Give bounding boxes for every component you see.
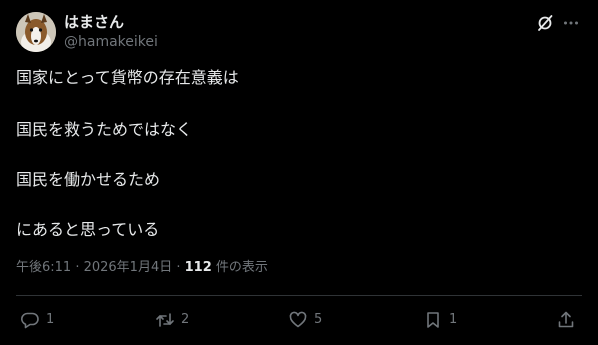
bookmark-button[interactable]: 1 [423,309,457,331]
more-icon[interactable] [561,13,581,33]
bookmark-count: 1 [449,312,458,327]
tweet-line: 国家にとって貨幣の存在意義は [16,68,239,87]
reply-button[interactable]: 1 [20,309,54,331]
like-count: 5 [314,312,323,327]
tweet-line: 国民を救うためではなく [16,120,193,139]
share-icon [558,311,574,328]
views-count: 112 [184,260,212,275]
reply-count: 1 [46,312,55,327]
tweet-detail: はまさん @hamakeikei 国家にとって貨幣の存在意義は 国民を救うためで… [0,0,598,345]
user-handle[interactable]: @hamakeikei [64,34,158,51]
views-label: 件の表示 [215,260,268,275]
collie-dog-avatar-icon [16,12,56,52]
tweet-line: にあると思っている [16,220,160,239]
tweet-line: 国民を働かせるため [16,170,161,189]
grok-icon[interactable] [535,13,555,33]
divider [16,295,582,296]
heart-icon [289,311,307,328]
like-button[interactable]: 5 [288,309,322,331]
repost-button[interactable]: 2 [155,309,189,331]
repost-count: 2 [181,312,190,327]
display-name[interactable]: はまさん [64,13,124,31]
tweet-meta: 午後6:11 · 2026年1月4日 · 112 件の表示 [16,259,268,276]
avatar[interactable] [16,12,56,52]
reply-icon [20,312,39,329]
meta-separator: · [176,260,181,275]
bookmark-icon [427,312,439,328]
timestamp[interactable]: 午後6:11 · 2026年1月4日 [16,260,172,275]
repost-icon [156,313,174,327]
share-button[interactable] [556,309,576,331]
